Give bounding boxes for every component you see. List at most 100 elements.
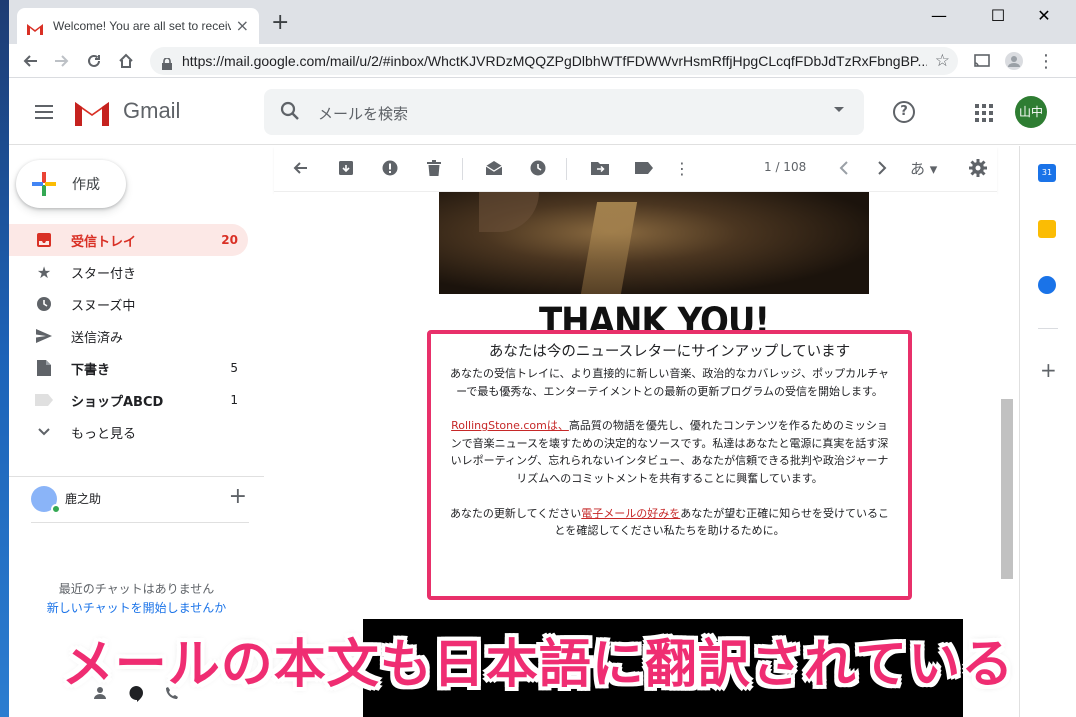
browser-tab[interactable]: Welcome! You are all set to receive × [17, 8, 259, 44]
tab-close-icon[interactable]: × [236, 17, 249, 35]
reload-icon[interactable] [81, 48, 107, 74]
sidebar-item-label: 送信済み [71, 330, 124, 346]
sidebar-item-starred[interactable]: ★ スター付き [9, 256, 248, 288]
overlay-caption: メールの本文も日本語に翻訳されている [61, 635, 1015, 695]
compose-label: 作成 [72, 177, 100, 193]
search-icon[interactable] [280, 101, 300, 125]
chevron-down-icon [35, 423, 53, 441]
newer-chevron-icon[interactable] [834, 158, 854, 178]
compose-plus-icon [32, 172, 56, 196]
mark-unread-icon[interactable] [484, 158, 504, 178]
online-status-icon [51, 504, 61, 514]
archive-icon[interactable] [336, 158, 356, 178]
intro-paragraph: あなたの受信トレイに、より直接的に新しい音楽、政治的なカバレッジ、ポップカルチャ… [449, 367, 889, 398]
more-actions-icon[interactable]: ⋮ [672, 158, 692, 178]
chat-username: 鹿之助 [65, 492, 102, 506]
sidebar-item-label: 受信トレイ [71, 234, 137, 250]
hero-image [439, 192, 869, 294]
gmail-logo-icon[interactable] [73, 98, 111, 126]
delete-icon[interactable] [424, 158, 444, 178]
close-window-button[interactable]: ✕ [1021, 4, 1067, 28]
tab-title: Welcome! You are all set to receive [53, 19, 231, 33]
search-input[interactable]: メールを検索 [318, 103, 408, 124]
sidebar-item-more[interactable]: もっと見る [9, 416, 248, 448]
url-text: https://mail.google.com/mail/u/2/#inbox/… [182, 53, 927, 69]
home-icon[interactable] [113, 48, 139, 74]
new-chat-plus-icon[interactable]: + [229, 484, 247, 509]
cast-icon[interactable] [969, 48, 995, 74]
sidebar-item-label: もっと見る [71, 426, 137, 442]
gmail-favicon-icon [27, 20, 43, 35]
label-icon [35, 391, 53, 409]
rollingstone-link[interactable]: RollingStone.comは、 [451, 419, 569, 432]
translated-text-highlight: あなたは今のニュースレターにサインアップしています あなたの受信トレイに、より直… [427, 330, 912, 600]
tab-bar: Welcome! You are all set to receive × + … [9, 0, 1076, 44]
clock-icon [35, 295, 53, 313]
panel-divider [1038, 328, 1058, 329]
maximize-button[interactable]: ☐ [975, 4, 1021, 28]
minimize-button[interactable]: — [916, 4, 962, 28]
report-spam-icon[interactable] [380, 158, 400, 178]
input-tools-label: あ [910, 160, 926, 178]
pagination-text: 1 / 108 [764, 160, 807, 174]
browser-window: Welcome! You are all set to receive × + … [9, 0, 1076, 717]
snooze-icon[interactable] [528, 158, 548, 178]
apps-grid-icon[interactable] [975, 104, 993, 122]
about-paragraph: RollingStone.comは、高品質の物語を優先し、優れたコンテンツを作る… [450, 419, 889, 485]
preferences-paragraph: あなたの更新してください電子メールの好みをあなたが望む正確に知らせを受けているこ… [449, 506, 890, 538]
folder-list: 受信トレイ 20 ★ スター付き スヌーズ中 送信済み 下書き 5 ショップAB… [9, 224, 264, 448]
email-preferences-link[interactable]: 電子メールの好みを [581, 507, 680, 520]
no-chats-text: 最近のチャットはありません [58, 582, 215, 596]
browser-menu-icon[interactable]: ⋮ [1033, 48, 1059, 74]
keep-icon[interactable] [1038, 220, 1056, 238]
toolbar-separator [462, 158, 463, 180]
back-arrow-icon[interactable] [17, 48, 43, 74]
sidebar-item-label: 下書き [71, 362, 111, 378]
labels-icon[interactable] [634, 158, 654, 178]
settings-gear-icon[interactable] [968, 158, 988, 178]
sidebar-divider [9, 476, 264, 477]
star-icon: ★ [36, 262, 52, 282]
hangouts-user[interactable]: 鹿之助 + [31, 484, 251, 520]
sidebar-item-inbox[interactable]: 受信トレイ 20 [9, 224, 248, 256]
calendar-icon[interactable]: 31 [1038, 164, 1056, 182]
sidebar-item-shop-label[interactable]: ショップABCD 1 [9, 384, 248, 416]
move-to-icon[interactable] [590, 158, 610, 178]
sidebar-item-label: ショップABCD [71, 394, 164, 410]
address-bar[interactable]: https://mail.google.com/mail/u/2/#inbox/… [150, 47, 958, 75]
search-options-icon[interactable] [834, 107, 844, 112]
label-count: 1 [230, 393, 238, 407]
gmail-header: Gmail メールを検索 ? 山中 [9, 79, 1076, 145]
tasks-icon[interactable] [1038, 276, 1056, 294]
start-chat-link[interactable]: 新しいチャットを開始しませんか [9, 599, 264, 616]
inbox-icon [35, 231, 53, 249]
lock-icon [162, 55, 172, 70]
chat-divider [31, 522, 249, 523]
send-icon [35, 327, 53, 345]
sidebar-item-drafts[interactable]: 下書き 5 [9, 352, 248, 384]
help-icon[interactable]: ? [893, 101, 915, 123]
search-box[interactable]: メールを検索 [264, 89, 864, 135]
older-chevron-icon[interactable] [872, 158, 892, 178]
bookmark-star-icon[interactable]: ☆ [935, 51, 950, 71]
account-avatar[interactable]: 山中 [1015, 96, 1047, 128]
back-to-inbox-icon[interactable] [290, 158, 310, 178]
compose-button[interactable]: 作成 [16, 160, 126, 208]
gmail-brand: Gmail [123, 98, 181, 123]
profile-icon[interactable] [1001, 48, 1027, 74]
sidebar-item-label: スター付き [71, 266, 137, 282]
input-tools-button[interactable]: あ ▾ [910, 158, 937, 179]
sidebar-item-snoozed[interactable]: スヌーズ中 [9, 288, 248, 320]
new-tab-button[interactable]: + [271, 12, 289, 34]
sidebar-item-sent[interactable]: 送信済み [9, 320, 248, 352]
unread-count: 20 [221, 233, 238, 247]
address-row: https://mail.google.com/mail/u/2/#inbox/… [9, 44, 1076, 78]
scrollbar-thumb[interactable] [1001, 399, 1013, 579]
main-menu-icon[interactable] [35, 105, 53, 119]
forward-arrow-icon[interactable] [49, 48, 75, 74]
sidebar-item-label: スヌーズ中 [71, 298, 136, 314]
draft-count: 5 [230, 361, 238, 375]
desktop-background [0, 0, 9, 717]
add-addon-plus-icon[interactable]: + [1040, 358, 1057, 382]
signup-heading: あなたは今のニュースレターにサインアップしています [488, 344, 851, 360]
